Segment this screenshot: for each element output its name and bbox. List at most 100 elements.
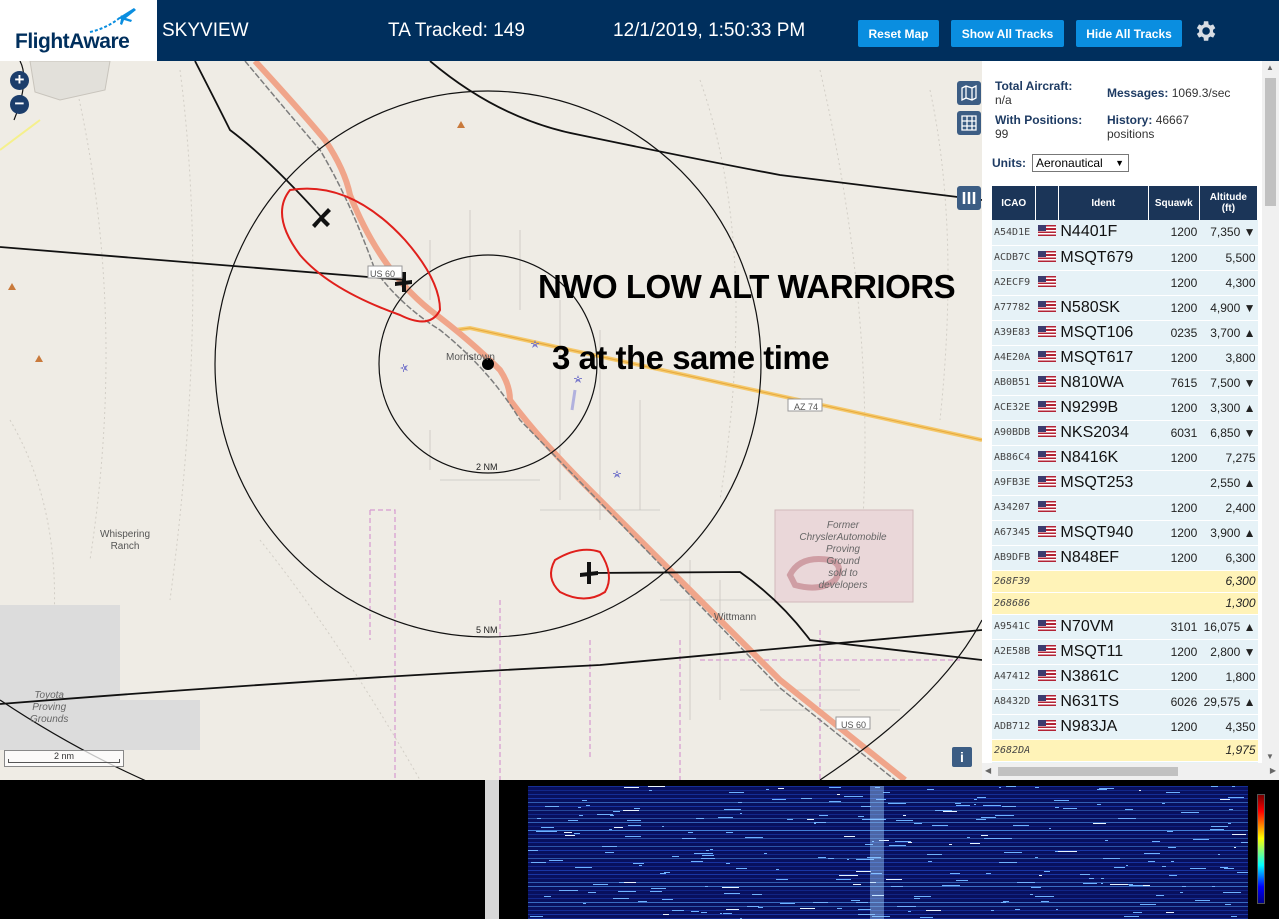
table-row[interactable]: A39E83 MSQT106 0235 3,700 ▲ <box>992 320 1258 346</box>
ident-cell: N848EF <box>1058 545 1149 571</box>
aircraft-markers[interactable] <box>312 208 598 584</box>
table-row[interactable]: A90BDB NKS2034 6031 6,850 ▼ <box>992 420 1258 446</box>
squawk-cell: 1200 <box>1148 495 1200 521</box>
table-row[interactable]: AB0B51 N810WA 7615 7,500 ▼ <box>992 370 1258 396</box>
table-row[interactable]: 2682DA 1,975 <box>992 739 1258 762</box>
squawk-cell: 6031 <box>1148 420 1200 446</box>
col-ident[interactable]: Ident <box>1058 186 1149 220</box>
table-row[interactable]: A34207 1200 2,400 <box>992 495 1258 521</box>
squawk-cell <box>1148 470 1200 496</box>
altitude-cell: 4,300 <box>1199 270 1258 296</box>
flightaware-logo[interactable]: FlightAware <box>0 0 157 61</box>
scroll-up-icon[interactable]: ▲ <box>1266 63 1274 72</box>
pane-divider[interactable] <box>485 780 499 919</box>
icao-cell: AB86C4 <box>992 445 1036 471</box>
squawk-cell: 1200 <box>1148 639 1200 665</box>
gear-icon[interactable] <box>1192 18 1218 44</box>
icao-cell: A2ECF9 <box>992 270 1036 296</box>
us-flag-icon <box>1037 694 1056 706</box>
col-altitude[interactable]: Altitude (ft) <box>1199 186 1259 220</box>
ring-label-5nm: 5 NM <box>476 625 498 635</box>
flag-cell <box>1035 320 1059 346</box>
flag-cell <box>1035 395 1059 421</box>
az74-shield: AZ 74 <box>794 402 819 412</box>
table-row[interactable]: A4E20A MSQT617 1200 3,800 <box>992 345 1258 371</box>
us-flag-icon <box>1037 475 1056 487</box>
history-unit: positions <box>1107 127 1155 141</box>
toyota-proving-grounds-area <box>0 605 120 750</box>
col-squawk[interactable]: Squawk <box>1148 186 1200 220</box>
table-row[interactable]: A77782 N580SK 1200 4,900 ▼ <box>992 295 1258 321</box>
messages-value: 1069.3/sec <box>1171 86 1231 100</box>
reset-map-button[interactable]: Reset Map <box>858 20 939 47</box>
flag-cell <box>1035 295 1059 321</box>
scroll-right-icon[interactable]: ▶ <box>1270 766 1276 775</box>
flag-cell <box>1035 220 1059 246</box>
table-row[interactable]: ADB712 N983JA 1200 4,350 <box>992 714 1258 740</box>
flag-cell <box>1035 664 1059 690</box>
table-row[interactable]: ACDB7C MSQT679 1200 5,500 <box>992 245 1258 271</box>
table-row[interactable]: AB86C4 N8416K 1200 7,275 <box>992 445 1258 471</box>
columns-toggle-button[interactable] <box>957 186 981 210</box>
flag-cell <box>1035 689 1059 715</box>
altitude-cell: 2,800 ▼ <box>1199 639 1258 665</box>
squawk-cell: 1200 <box>1148 295 1200 321</box>
scroll-left-icon[interactable]: ◀ <box>985 766 991 775</box>
units-select[interactable]: Aeronautical ▼ <box>1032 154 1129 172</box>
ident-cell: N9299B <box>1058 395 1149 421</box>
horizontal-scrollbar[interactable]: ◀ ▶ <box>982 763 1279 780</box>
ident-cell: NKS2034 <box>1058 420 1149 446</box>
us-flag-icon <box>1037 400 1056 412</box>
grid-toggle-button[interactable] <box>957 111 981 135</box>
table-row[interactable]: A67345 MSQT940 1200 3,900 ▲ <box>992 520 1258 546</box>
place-morristown: Morristown <box>446 352 495 363</box>
table-row[interactable]: A47412 N3861C 1200 1,800 <box>992 664 1258 690</box>
place-whispering-ranch: Whispering Ranch <box>100 529 151 552</box>
total-aircraft-label: Total Aircraft: <box>995 79 1073 93</box>
h-scrollbar-thumb[interactable] <box>998 767 1178 776</box>
col-icao[interactable]: ICAO <box>992 186 1037 220</box>
table-row[interactable]: A54D1E N4401F 1200 7,350 ▼ <box>992 220 1258 246</box>
us-flag-icon <box>1037 275 1056 287</box>
squawk-cell: 1200 <box>1148 520 1200 546</box>
squawk-cell <box>1148 592 1200 615</box>
show-all-tracks-button[interactable]: Show All Tracks <box>951 20 1064 47</box>
squawk-cell: 1200 <box>1148 445 1200 471</box>
aircraft-panel: Total Aircraft: n/a With Positions: 99 M… <box>982 61 1279 780</box>
map-canvas[interactable] <box>0 61 982 780</box>
table-row[interactable]: A2E58B MSQT11 1200 2,800 ▼ <box>992 639 1258 665</box>
map-scale-bar: 2 nm <box>4 750 124 767</box>
icao-cell: ADB712 <box>992 714 1036 740</box>
us-flag-icon <box>1037 550 1056 562</box>
aircraft-table: ICAO Ident Squawk Altitude (ft) A54D1E N4… <box>992 186 1259 780</box>
col-flag[interactable] <box>1035 186 1059 220</box>
map-layers-button[interactable] <box>957 81 981 105</box>
map-view[interactable]: + − Morristown Whispering Ranch Former C… <box>0 61 982 780</box>
scroll-down-icon[interactable]: ▼ <box>1266 752 1274 761</box>
info-button[interactable]: i <box>952 747 972 767</box>
ident-cell: N983JA <box>1058 714 1149 740</box>
zoom-in-button[interactable]: + <box>10 71 29 90</box>
flag-cell <box>1035 420 1059 446</box>
icao-cell: A34207 <box>992 495 1036 521</box>
table-row[interactable]: A9541C N70VM 3101 16,075 ▲ <box>992 614 1258 640</box>
skyview-app: FlightAware SKYVIEW TA Tracked: 149 12/1… <box>0 0 1279 919</box>
zoom-out-button[interactable]: − <box>10 95 29 114</box>
table-row[interactable]: AB9DFB N848EF 1200 6,300 <box>992 545 1258 571</box>
table-row[interactable]: 268F39 6,300 <box>992 570 1258 593</box>
table-row[interactable]: A9FB3E MSQT253 2,550 ▲ <box>992 470 1258 496</box>
ident-cell <box>1058 495 1149 521</box>
hide-all-tracks-button[interactable]: Hide All Tracks <box>1076 20 1182 47</box>
table-row[interactable]: ACE32E N9299B 1200 3,300 ▲ <box>992 395 1258 421</box>
altitude-cell: 7,350 ▼ <box>1199 220 1258 246</box>
table-row[interactable]: A8432D N631TS 6026 29,575 ▲ <box>992 689 1258 715</box>
table-row[interactable]: 268686 1,300 <box>992 592 1258 615</box>
icao-cell: 268686 <box>992 592 1036 615</box>
altitude-cell: 4,350 <box>1199 714 1258 740</box>
altitude-cell: 16,075 ▲ <box>1199 614 1258 640</box>
vertical-scrollbar[interactable]: ▲ ▼ <box>1262 61 1279 763</box>
altitude-cell: 2,400 <box>1199 495 1258 521</box>
table-row[interactable]: A2ECF9 1200 4,300 <box>992 270 1258 296</box>
ident-cell: N8416K <box>1058 445 1149 471</box>
scrollbar-thumb[interactable] <box>1265 78 1276 206</box>
